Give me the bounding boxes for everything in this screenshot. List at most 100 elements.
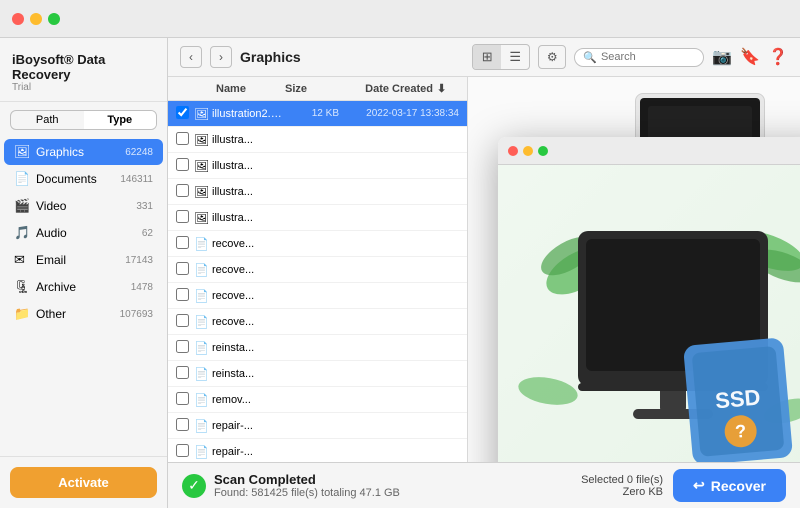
sidebar-header: iBoysoft® Data Recovery Trial	[0, 38, 167, 102]
file-date: 2022-03-17 13:38:34	[339, 108, 459, 119]
camera-icon[interactable]: 📷	[712, 47, 732, 67]
view-toggle: ⊞ ☰	[472, 44, 530, 70]
close-button[interactable]	[12, 13, 24, 25]
titlebar	[0, 0, 800, 38]
checkbox[interactable]	[176, 184, 194, 200]
sidebar-item-audio[interactable]: 🎵 Audio 62	[4, 220, 163, 246]
checkbox[interactable]	[176, 236, 194, 252]
sidebar-item-label: Other	[36, 307, 120, 321]
sidebar-item-video[interactable]: 🎬 Video 331	[4, 193, 163, 219]
activate-button[interactable]: Activate	[10, 467, 157, 498]
minimize-button[interactable]	[30, 13, 42, 25]
sidebar-item-count: 107693	[120, 309, 153, 320]
grid-view-button[interactable]: ⊞	[473, 45, 501, 69]
documents-icon: 📄	[14, 171, 30, 187]
preview-popup: SSD ?	[498, 137, 800, 462]
search-input[interactable]	[601, 51, 695, 63]
column-date: Date Created	[307, 83, 437, 95]
bookmark-icon[interactable]: 🔖	[740, 47, 760, 67]
status-icon: ✓	[182, 474, 206, 498]
table-row[interactable]: 🖼 illustra...	[168, 205, 467, 231]
checkbox[interactable]	[176, 444, 194, 460]
table-row[interactable]: 🖼 illustra...	[168, 127, 467, 153]
table-row[interactable]: 🖼 illustration2.png 12 KB 2022-03-17 13:…	[168, 101, 467, 127]
table-row[interactable]: 📄 reinsta...	[168, 361, 467, 387]
file-name: illustra...	[212, 134, 284, 146]
sidebar: iBoysoft® Data Recovery Trial Path Type …	[0, 38, 168, 508]
filter-button[interactable]: ⚙	[538, 45, 566, 69]
checkbox[interactable]	[176, 392, 194, 408]
table-row[interactable]: 📄 repair-...	[168, 413, 467, 439]
selected-info: Selected 0 file(s) Zero KB	[581, 474, 663, 498]
tab-path[interactable]: Path	[11, 111, 84, 129]
file-name: repair-...	[212, 420, 284, 432]
checkbox[interactable]	[176, 262, 194, 278]
recover-button[interactable]: ↩ Recover	[673, 469, 786, 502]
maximize-button[interactable]	[48, 13, 60, 25]
table-row[interactable]: 📄 recove...	[168, 309, 467, 335]
file-type-icon: 📄	[194, 237, 212, 251]
app-body: iBoysoft® Data Recovery Trial Path Type …	[0, 38, 800, 508]
checkbox[interactable]	[176, 210, 194, 226]
file-type-icon: 📄	[194, 263, 212, 277]
checkbox[interactable]	[176, 366, 194, 382]
content-split: Name Size Date Created ⬇ 🖼 illustration2…	[168, 77, 800, 462]
sidebar-tabs: Path Type	[10, 110, 157, 130]
breadcrumb: Graphics	[240, 49, 464, 65]
table-row[interactable]: 🖼 illustra...	[168, 153, 467, 179]
main-area: ‹ › Graphics ⊞ ☰ ⚙ 🔍 📷 🔖 ❓	[168, 38, 800, 508]
table-row[interactable]: 🖼 illustra...	[168, 179, 467, 205]
table-row[interactable]: 📄 remov...	[168, 387, 467, 413]
sidebar-item-archive[interactable]: 🗜 Archive 1478	[4, 274, 163, 300]
sidebar-item-graphics[interactable]: 🖼 Graphics 62248	[4, 139, 163, 165]
table-row[interactable]: 📄 recove...	[168, 231, 467, 257]
checkbox[interactable]	[176, 132, 194, 148]
file-list: 🖼 illustration2.png 12 KB 2022-03-17 13:…	[168, 101, 467, 462]
file-type-icon: 🖼	[194, 133, 212, 147]
file-name: reinsta...	[212, 342, 284, 354]
help-icon[interactable]: ❓	[768, 47, 788, 67]
file-size: 12 KB	[284, 108, 339, 119]
checkbox[interactable]	[176, 314, 194, 330]
file-name: remov...	[212, 394, 284, 406]
file-name: illustra...	[212, 212, 284, 224]
file-type-icon: 📄	[194, 341, 212, 355]
file-list-area: Name Size Date Created ⬇ 🖼 illustration2…	[168, 77, 468, 462]
sidebar-item-email[interactable]: ✉ Email 17143	[4, 247, 163, 273]
sidebar-item-documents[interactable]: 📄 Documents 146311	[4, 166, 163, 192]
illustration-svg: SSD ?	[518, 191, 800, 462]
file-name: reinsta...	[212, 368, 284, 380]
search-box[interactable]: 🔍	[574, 48, 704, 67]
sidebar-item-label: Graphics	[36, 145, 125, 159]
file-type-icon: 📄	[194, 289, 212, 303]
forward-button[interactable]: ›	[210, 46, 232, 68]
popup-maximize-button[interactable]	[538, 146, 548, 156]
table-row[interactable]: 📄 reinsta...	[168, 335, 467, 361]
checkbox[interactable]	[176, 340, 194, 356]
file-type-icon: 📄	[194, 367, 212, 381]
checkbox[interactable]	[176, 288, 194, 304]
sidebar-item-other[interactable]: 📁 Other 107693	[4, 301, 163, 327]
list-view-button[interactable]: ☰	[501, 45, 529, 69]
popup-close-button[interactable]	[508, 146, 518, 156]
checkbox[interactable]	[176, 158, 194, 174]
table-row[interactable]: 📄 repair-...	[168, 439, 467, 462]
column-size: Size	[252, 83, 307, 95]
status-info: Scan Completed Found: 581425 file(s) tot…	[214, 472, 400, 499]
selected-size: Zero KB	[581, 486, 663, 498]
sidebar-item-count: 1478	[131, 282, 153, 293]
selected-label: Selected 0 file(s)	[581, 474, 663, 486]
back-button[interactable]: ‹	[180, 46, 202, 68]
table-row[interactable]: 📄 recove...	[168, 257, 467, 283]
checkbox[interactable]	[176, 106, 194, 122]
popup-minimize-button[interactable]	[523, 146, 533, 156]
table-row[interactable]: 📄 recove...	[168, 283, 467, 309]
checkbox[interactable]	[176, 418, 194, 434]
popup-titlebar	[498, 137, 800, 165]
sidebar-item-label: Video	[36, 199, 136, 213]
popup-traffic-lights	[508, 146, 548, 156]
sidebar-item-count: 62	[142, 228, 153, 239]
file-name: repair-...	[212, 446, 284, 458]
sidebar-items: 🖼 Graphics 62248 📄 Documents 146311 🎬 Vi…	[0, 138, 167, 456]
tab-type[interactable]: Type	[84, 111, 157, 129]
